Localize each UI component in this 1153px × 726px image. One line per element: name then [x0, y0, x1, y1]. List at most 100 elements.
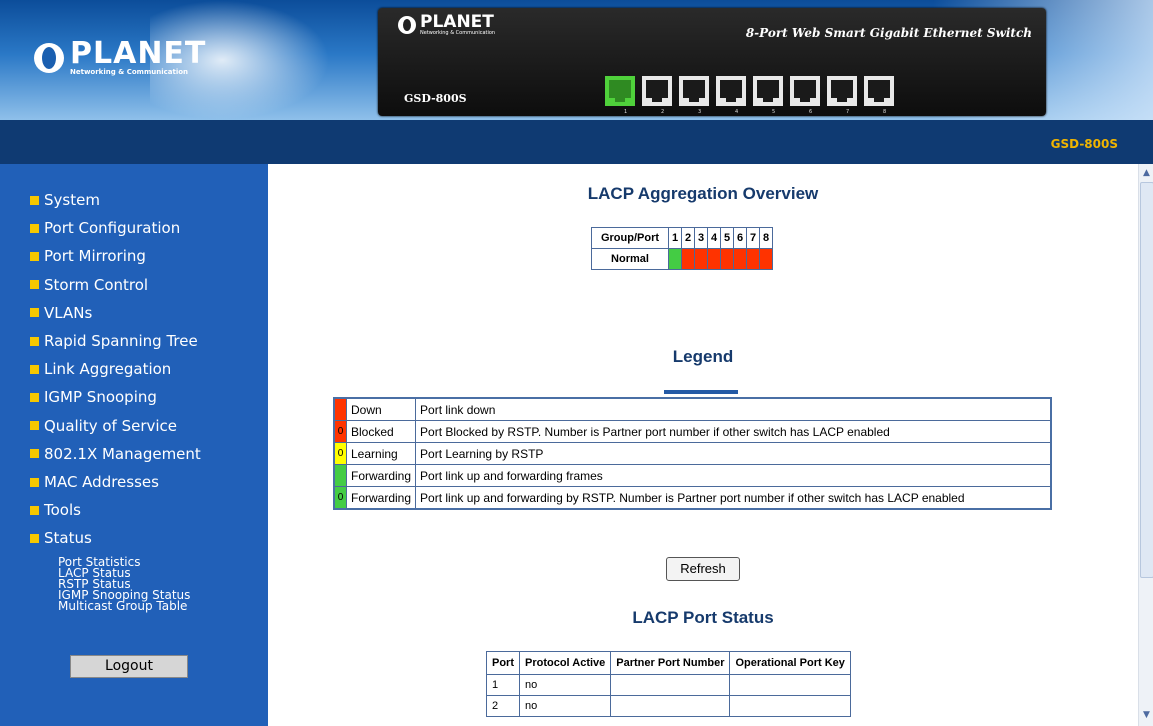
- legend-state: Learning: [345, 442, 417, 465]
- operational-key-cell: [729, 695, 851, 717]
- scroll-down-icon[interactable]: ▼: [1141, 710, 1152, 722]
- port-7-icon[interactable]: [827, 76, 857, 106]
- port-cell: 1: [486, 674, 520, 696]
- sidebar: System Port Configuration Port Mirroring…: [0, 164, 268, 726]
- aggregation-header-row: Group/Port 1 2 3 4 5 6 7 8: [591, 227, 773, 249]
- aggregation-port-cell: [720, 248, 734, 270]
- bullet-icon: [30, 308, 39, 318]
- sidebar-item-quality-of-service[interactable]: Quality of Service: [30, 412, 268, 440]
- sidebar-item-status[interactable]: Status: [30, 524, 268, 552]
- port-number: 8: [883, 109, 887, 115]
- scroll-up-icon[interactable]: ▲: [1141, 168, 1152, 180]
- legend-color-swatch: [333, 397, 347, 421]
- sidebar-item-vlans[interactable]: VLANs: [30, 299, 268, 327]
- overview-title: LACP Aggregation Overview: [587, 184, 819, 203]
- aggregation-row-label: Normal: [591, 248, 669, 270]
- refresh-button[interactable]: Refresh: [666, 557, 740, 581]
- submenu-item-multicast-group-table[interactable]: Multicast Group Table: [58, 600, 268, 612]
- bullet-icon: [30, 195, 39, 205]
- legend-color-swatch: 0: [333, 420, 347, 443]
- port-number: 3: [698, 109, 702, 115]
- legend-title-underline: [664, 390, 738, 394]
- sidebar-item-label: Port Mirroring: [44, 247, 146, 266]
- sidebar-item-system[interactable]: System: [30, 186, 268, 214]
- switch-model-label: GSD-800S: [404, 92, 467, 105]
- column-header-operational-port-key: Operational Port Key: [729, 651, 851, 675]
- port-1-icon[interactable]: [605, 76, 635, 106]
- operational-key-cell: [729, 674, 851, 696]
- port-number: 7: [846, 109, 850, 115]
- port-2-icon[interactable]: [642, 76, 672, 106]
- port-cell: 2: [486, 695, 520, 717]
- aggregation-port-header: 6: [733, 227, 747, 249]
- legend-state: Forwarding: [345, 486, 417, 510]
- sidebar-item-8021x-management[interactable]: 802.1X Management: [30, 440, 268, 468]
- aggregation-port-header: 2: [681, 227, 695, 249]
- legend-table: Down Port link down 0 Blocked Port Block…: [333, 397, 1053, 510]
- protocol-active-cell: no: [518, 695, 612, 717]
- vertical-scrollbar[interactable]: ▲ ▼: [1138, 164, 1153, 726]
- partner-port-cell: [610, 695, 731, 717]
- sidebar-item-label: 802.1X Management: [44, 444, 201, 463]
- aggregation-port-header: 1: [668, 227, 682, 249]
- port-6-icon[interactable]: [790, 76, 820, 106]
- sidebar-item-mac-addresses[interactable]: MAC Addresses: [30, 468, 268, 496]
- bullet-icon: [30, 393, 39, 403]
- legend-color-swatch: [333, 464, 347, 487]
- aggregation-header-label: Group/Port: [591, 227, 669, 249]
- brand-name: PLANET: [70, 36, 207, 71]
- port-number: 4: [735, 109, 739, 115]
- port-status-header-row: Port Protocol Active Partner Port Number…: [486, 651, 851, 675]
- sidebar-item-tools[interactable]: Tools: [30, 496, 268, 524]
- aggregation-port-cell: [694, 248, 708, 270]
- sidebar-item-port-configuration[interactable]: Port Configuration: [30, 214, 268, 242]
- aggregation-port-cell: [759, 248, 773, 270]
- protocol-active-cell: no: [518, 674, 612, 696]
- sidebar-item-label: VLANs: [44, 303, 93, 322]
- sidebar-item-igmp-snooping[interactable]: IGMP Snooping: [30, 383, 268, 411]
- bullet-icon: [30, 223, 39, 233]
- table-row: 1 no: [486, 674, 851, 696]
- model-label: GSD-800S: [1050, 137, 1118, 151]
- sidebar-item-link-aggregation[interactable]: Link Aggregation: [30, 355, 268, 383]
- aggregation-normal-row: Normal: [591, 248, 773, 270]
- sidebar-item-label: Tools: [44, 501, 81, 520]
- sidebar-item-label: Quality of Service: [44, 416, 178, 435]
- column-header-partner-port-number: Partner Port Number: [610, 651, 731, 675]
- logout-button[interactable]: Logout: [70, 655, 188, 678]
- sidebar-item-rapid-spanning-tree[interactable]: Rapid Spanning Tree: [30, 327, 268, 355]
- header-banner: PLANET Networking & Communication PLANET…: [0, 0, 1153, 120]
- bullet-icon: [30, 421, 39, 431]
- planet-logo-icon: [34, 43, 64, 73]
- port-number: 2: [661, 109, 665, 115]
- port-status-title: LACP Port Status: [632, 608, 774, 627]
- legend-description: Port Learning by RSTP: [415, 442, 1052, 465]
- legend-row: 0 Blocked Port Blocked by RSTP. Number i…: [333, 420, 1052, 443]
- legend-color-swatch: 0: [333, 442, 347, 465]
- port-status-table: Port Protocol Active Partner Port Number…: [486, 651, 851, 717]
- bullet-icon: [30, 505, 39, 515]
- legend-state: Forwarding: [345, 464, 417, 487]
- scrollbar-thumb[interactable]: [1140, 182, 1153, 578]
- switch-title: 8-Port Web Smart Gigabit Ethernet Switch: [745, 26, 1032, 40]
- legend-title: Legend: [672, 347, 734, 366]
- sidebar-item-label: Link Aggregation: [44, 360, 172, 379]
- aggregation-table: Group/Port 1 2 3 4 5 6 7 8 Normal: [591, 227, 773, 270]
- legend-row: Forwarding Port link up and forwarding f…: [333, 464, 1052, 487]
- legend-row: 0 Forwarding Port link up and forwarding…: [333, 486, 1052, 510]
- port-number: 6: [809, 109, 813, 115]
- bullet-icon: [30, 252, 39, 261]
- sidebar-item-storm-control[interactable]: Storm Control: [30, 271, 268, 299]
- column-header-port: Port: [486, 651, 520, 675]
- sidebar-item-label: Storm Control: [44, 275, 149, 294]
- sidebar-item-label: Rapid Spanning Tree: [44, 332, 198, 351]
- port-4-icon[interactable]: [716, 76, 746, 106]
- port-3-icon[interactable]: [679, 76, 709, 106]
- port-8-icon[interactable]: [864, 76, 894, 106]
- planet-logo: PLANET Networking & Communication: [34, 36, 207, 76]
- sidebar-item-label: MAC Addresses: [44, 473, 159, 492]
- sidebar-item-port-mirroring[interactable]: Port Mirroring: [30, 242, 268, 270]
- port-5-icon[interactable]: [753, 76, 783, 106]
- switch-logo-icon: [398, 16, 416, 34]
- legend-description: Port link up and forwarding frames: [415, 464, 1052, 487]
